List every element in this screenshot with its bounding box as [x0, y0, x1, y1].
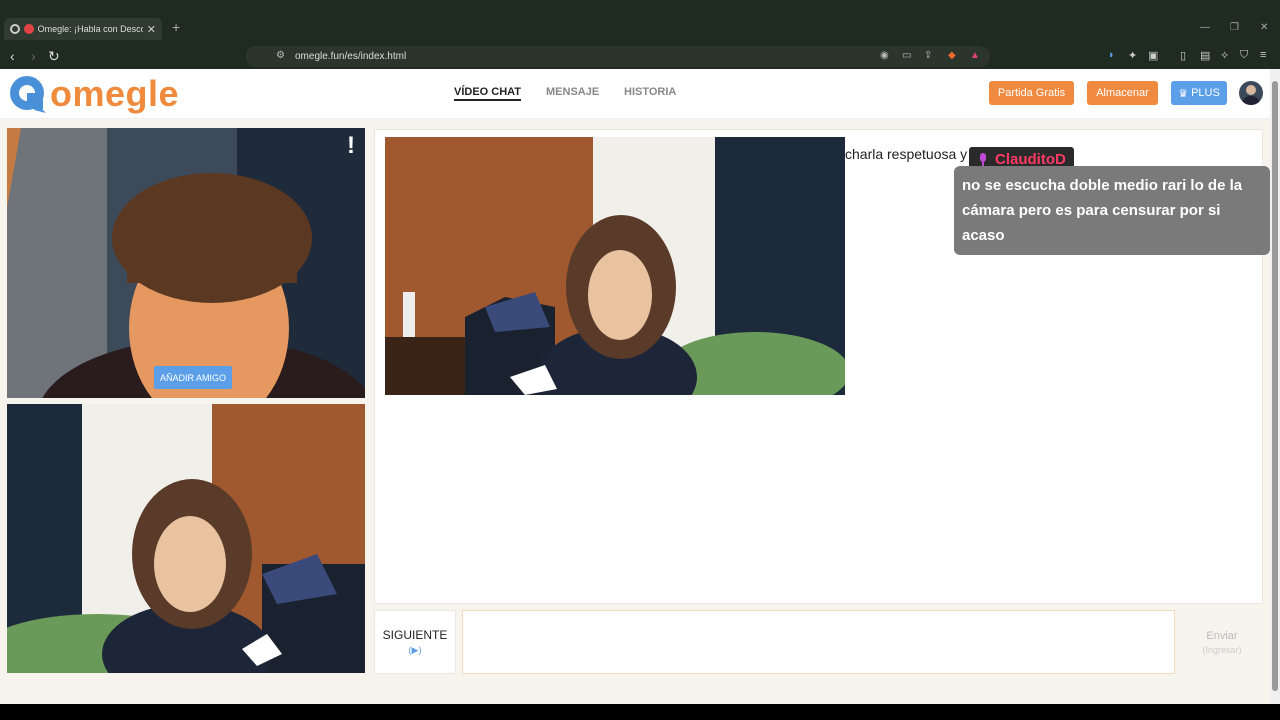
store-button[interactable]: Almacenar	[1087, 81, 1158, 105]
forward-icon[interactable]: ›	[31, 47, 36, 65]
address-bar[interactable]: ⚙ omegle.fun/es/index.html ◉ ▭ ⇪ ◆ ▲	[246, 46, 990, 67]
audio-icon[interactable]: ◗	[1108, 49, 1115, 61]
wallet-icon[interactable]: ▤	[1200, 49, 1210, 62]
page-scrollbar[interactable]	[1270, 69, 1280, 704]
url-text[interactable]: omegle.fun/es/index.html	[295, 51, 406, 62]
nav-video-chat[interactable]: VÍDEO CHAT	[454, 86, 522, 101]
screen-bottom-bar	[0, 704, 1280, 720]
brave-shield-icon[interactable]: ◆	[948, 50, 956, 61]
minimize-icon[interactable]: —	[1200, 22, 1210, 33]
report-icon[interactable]: !	[347, 132, 355, 159]
nav-history[interactable]: HISTORIA	[624, 86, 676, 98]
browser-toolbar: ‹ › ↻ ☐ ⚙ omegle.fun/es/index.html ◉ ▭ ⇪…	[0, 44, 1280, 69]
back-icon[interactable]: ‹	[10, 47, 15, 65]
stranger-video-image	[7, 404, 365, 673]
send-button-hint: (Ingresar)	[1202, 644, 1242, 655]
vpn-icon[interactable]: ⛉	[1240, 49, 1248, 62]
cast-icon[interactable]: ◉	[880, 50, 889, 61]
extensions-icon[interactable]: ✦	[1128, 49, 1137, 62]
next-button-hint: (▶)	[408, 645, 422, 655]
stranger-video-feed	[7, 404, 365, 673]
scrollbar-thumb[interactable]	[1272, 81, 1278, 691]
browser-titlebar: Omegle: ¡Habla con Desconoc ✕ + — ❐ ✕	[0, 0, 1280, 44]
reload-icon[interactable]: ↻	[48, 47, 60, 65]
plus-button[interactable]: ♛ PLUS	[1171, 81, 1227, 105]
logo-chat-icon[interactable]	[7, 74, 47, 114]
free-game-button[interactable]: Partida Gratis	[989, 81, 1074, 105]
shared-video-image	[385, 137, 845, 395]
menu-icon[interactable]: ≡	[1260, 49, 1266, 61]
site-info-icon[interactable]: ⚙	[276, 50, 285, 61]
message-input[interactable]	[462, 610, 1175, 674]
self-video-image: ! AÑADIR AMIGO	[7, 128, 365, 398]
overlay-chat-bubble: no se escucha doble medio rari lo de la …	[954, 166, 1270, 255]
avatar[interactable]	[1239, 81, 1263, 105]
screen-icon[interactable]: ▭	[902, 50, 911, 61]
chat-message-text: charla respetuosa y ar	[845, 146, 984, 162]
add-friend-button[interactable]: AÑADIR AMIGO	[160, 373, 226, 383]
tab-title: Omegle: ¡Habla con Desconoc	[37, 24, 143, 34]
send-button[interactable]: Enviar (Ingresar)	[1181, 610, 1263, 674]
translate-icon[interactable]: ▣	[1148, 49, 1158, 62]
browser-tab[interactable]: Omegle: ¡Habla con Desconoc ✕	[4, 18, 162, 40]
window-close-icon[interactable]: ✕	[1260, 22, 1268, 33]
self-video-feed: ! AÑADIR AMIGO	[7, 128, 365, 398]
next-button[interactable]: SIGUIENTE (▶)	[374, 610, 456, 674]
sidebar-icon[interactable]: ▯	[1180, 49, 1186, 62]
plus-label: PLUS	[1191, 87, 1220, 99]
leo-icon[interactable]: ✧	[1220, 49, 1229, 62]
tab-audio-icon	[10, 24, 20, 34]
share-icon[interactable]: ⇪	[924, 50, 932, 61]
new-tab-icon[interactable]: +	[172, 19, 180, 35]
page: omegle VÍDEO CHAT MENSAJE HISTORIA Parti…	[0, 69, 1270, 704]
brave-rewards-icon[interactable]: ▲	[970, 50, 980, 61]
crown-icon: ♛	[1178, 87, 1189, 100]
send-button-label: Enviar	[1206, 629, 1238, 642]
avatar-body	[1242, 96, 1260, 105]
nav-message[interactable]: MENSAJE	[546, 86, 599, 98]
avatar-head	[1246, 85, 1256, 95]
tab-favicon	[23, 24, 34, 34]
shared-video-feed	[385, 137, 845, 395]
next-button-label: SIGUIENTE	[382, 628, 448, 642]
maximize-icon[interactable]: ❐	[1230, 22, 1239, 33]
site-header: omegle VÍDEO CHAT MENSAJE HISTORIA Parti…	[0, 69, 1270, 119]
logo-text[interactable]: omegle	[50, 73, 179, 115]
tab-close-icon[interactable]: ✕	[147, 23, 156, 36]
mic-icon	[980, 153, 986, 166]
